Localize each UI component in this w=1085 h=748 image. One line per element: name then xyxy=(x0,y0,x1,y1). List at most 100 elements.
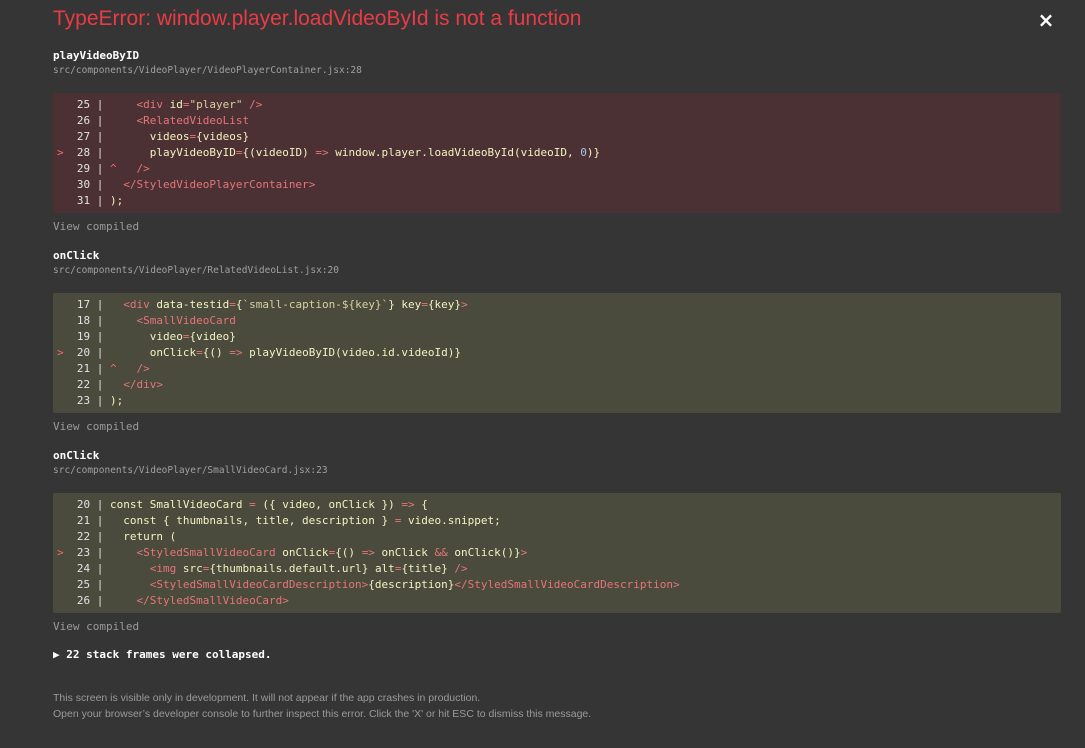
line-number: 21 | xyxy=(70,362,110,375)
line-number: 18 | xyxy=(70,314,110,327)
code-line: 26 | </StyledSmallVideoCard> xyxy=(53,593,1061,609)
code-line: 20 | const SmallVideoCard = ({ video, on… xyxy=(53,497,1061,513)
code-line: 21 | const { thumbnails, title, descript… xyxy=(53,513,1061,529)
collapsed-frames-toggle[interactable]: ▶ 22 stack frames were collapsed. xyxy=(53,648,272,661)
code-line: > 23 | <StyledSmallVideoCard onClick={()… xyxy=(53,545,1061,561)
frame-function-name: onClick xyxy=(53,249,100,262)
code-text: video={video} xyxy=(110,330,236,343)
line-number: 25 | xyxy=(70,98,110,111)
line-number: 30 | xyxy=(70,178,110,191)
code-line: 26 | <RelatedVideoList xyxy=(53,113,1061,129)
code-snippet: 17 | <div data-testid={`small-caption-${… xyxy=(53,293,1061,413)
code-text: <img src={thumbnails.default.url} alt={t… xyxy=(149,562,468,575)
line-marker xyxy=(57,514,70,527)
code-line: 27 | videos={videos} xyxy=(53,129,1061,145)
line-marker xyxy=(57,562,70,575)
code-text: return ( xyxy=(110,530,177,543)
line-number: 29 | xyxy=(70,162,110,175)
line-marker xyxy=(57,594,70,607)
line-number: 26 | xyxy=(70,114,110,127)
code-text: <RelatedVideoList xyxy=(136,114,250,127)
code-text: videos={videos} xyxy=(110,130,250,143)
dev-footer: This screen is visible only in developme… xyxy=(53,690,591,722)
line-number: 26 | xyxy=(70,594,110,607)
line-marker xyxy=(57,314,70,327)
line-marker xyxy=(57,194,70,207)
code-line: 22 | return ( xyxy=(53,529,1061,545)
code-line: 22 | </div> xyxy=(53,377,1061,393)
view-compiled-link[interactable]: View compiled xyxy=(53,419,1061,435)
stack-frame: playVideoByID src/components/VideoPlayer… xyxy=(53,48,1061,235)
code-line: 19 | video={video} xyxy=(53,329,1061,345)
line-number: 22 | xyxy=(70,378,110,391)
code-line: 25 | <div id="player" /> xyxy=(53,97,1061,113)
line-marker xyxy=(57,498,70,511)
code-snippet: 25 | <div id="player" /> 26 | <RelatedVi… xyxy=(53,93,1061,213)
code-line: 25 | <StyledSmallVideoCardDescription>{d… xyxy=(53,577,1061,593)
frame-function-name: playVideoByID xyxy=(53,49,140,62)
code-line: > 20 | onClick={() => playVideoByID(vide… xyxy=(53,345,1061,361)
line-number: 23 | xyxy=(70,394,110,407)
line-number: 20 | xyxy=(70,346,110,359)
view-compiled-link[interactable]: View compiled xyxy=(53,619,1061,635)
line-marker xyxy=(57,98,70,111)
frame-file-path: src/components/VideoPlayer/VideoPlayerCo… xyxy=(53,65,362,76)
line-marker xyxy=(57,114,70,127)
code-text: const SmallVideoCard = ({ video, onClick… xyxy=(110,498,428,511)
code-snippet: 20 | const SmallVideoCard = ({ video, on… xyxy=(53,493,1061,613)
code-text: </StyledSmallVideoCard> xyxy=(136,594,289,607)
code-line: > 28 | playVideoByID={(videoID) => windo… xyxy=(53,145,1061,161)
line-marker xyxy=(57,530,70,543)
line-number: 20 | xyxy=(70,498,110,511)
close-icon[interactable]: × xyxy=(1036,8,1056,32)
code-text: ); xyxy=(110,394,124,407)
line-marker xyxy=(57,394,70,407)
code-line: 24 | <img src={thumbnails.default.url} a… xyxy=(53,561,1061,577)
stack-frame: onClick src/components/VideoPlayer/Small… xyxy=(53,448,1061,635)
line-number: 28 | xyxy=(70,146,110,159)
footer-line-1: This screen is visible only in developme… xyxy=(53,692,481,704)
code-line: 21 | ^ /> xyxy=(53,361,1061,377)
frame-function-name: onClick xyxy=(53,449,100,462)
line-marker xyxy=(57,298,70,311)
code-line: 23 | ); xyxy=(53,393,1061,409)
footer-line-2: Open your browser’s developer console to… xyxy=(53,708,592,720)
frame-file-path: src/components/VideoPlayer/SmallVideoCar… xyxy=(53,465,328,476)
line-marker: > xyxy=(57,146,71,159)
stack-frame: onClick src/components/VideoPlayer/Relat… xyxy=(53,248,1061,435)
code-text: playVideoByID={(videoID) => window.playe… xyxy=(110,146,601,159)
code-line: 17 | <div data-testid={`small-caption-${… xyxy=(53,297,1061,313)
code-text: </StyledVideoPlayerContainer> xyxy=(123,178,316,191)
line-marker xyxy=(57,178,70,191)
line-marker xyxy=(57,378,70,391)
code-line: 29 | ^ /> xyxy=(53,161,1061,177)
code-text: <div id="player" /> xyxy=(136,98,263,111)
line-number: 19 | xyxy=(70,330,110,343)
code-line: 18 | <SmallVideoCard xyxy=(53,313,1061,329)
line-number: 24 | xyxy=(70,562,110,575)
code-text: onClick={() => playVideoByID(video.id.vi… xyxy=(110,346,462,359)
code-text: <StyledSmallVideoCardDescription>{descri… xyxy=(149,578,680,591)
line-number: 21 | xyxy=(70,514,110,527)
line-marker xyxy=(57,578,70,591)
line-marker: > xyxy=(57,346,71,359)
line-number: 27 | xyxy=(70,130,110,143)
view-compiled-link[interactable]: View compiled xyxy=(53,219,1061,235)
code-text: ^ /> xyxy=(110,162,150,175)
line-marker xyxy=(57,130,70,143)
line-marker xyxy=(57,330,70,343)
line-marker xyxy=(57,162,70,175)
line-marker: > xyxy=(57,546,71,559)
code-text: <SmallVideoCard xyxy=(136,314,236,327)
code-text: </div> xyxy=(123,378,163,391)
line-number: 17 | xyxy=(70,298,110,311)
line-number: 25 | xyxy=(70,578,110,591)
frame-file-path: src/components/VideoPlayer/RelatedVideoL… xyxy=(53,265,339,276)
error-title: TypeError: window.player.loadVideoById i… xyxy=(53,7,582,30)
code-text: ); xyxy=(110,194,124,207)
line-marker xyxy=(57,362,70,375)
line-number: 22 | xyxy=(70,530,110,543)
code-text: ^ /> xyxy=(110,362,150,375)
code-text: const { thumbnails, title, description }… xyxy=(110,514,501,527)
code-line: 31 | ); xyxy=(53,193,1061,209)
